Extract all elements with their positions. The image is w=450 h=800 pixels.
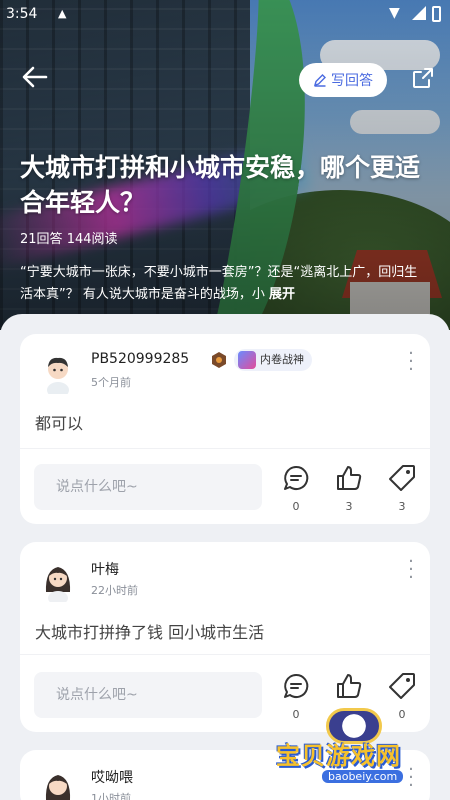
comment-input[interactable]: 说点什么吧~ bbox=[34, 672, 262, 718]
username[interactable]: 叶梅 bbox=[91, 559, 119, 579]
expand-link[interactable]: 展开 bbox=[269, 287, 295, 302]
tag-count: 3 bbox=[398, 500, 406, 513]
divider bbox=[20, 448, 430, 449]
signal-icon bbox=[412, 6, 426, 20]
watermark-url: baobeiy.com bbox=[322, 770, 404, 783]
title-badge-icon bbox=[238, 351, 256, 369]
avatar[interactable] bbox=[36, 558, 80, 602]
like-count: 3 bbox=[345, 500, 353, 513]
write-answer-button[interactable]: 写回答 bbox=[299, 63, 387, 97]
tag-icon bbox=[389, 673, 415, 699]
answer-time: 22小时前 bbox=[91, 584, 138, 597]
comment-count: 0 bbox=[292, 500, 300, 513]
description-text: “宁要大城市一张床，不要小城市一套房”？还是“逃离北上广，回归生活本真”？ 有人… bbox=[20, 265, 418, 302]
answers-count: 21回答 bbox=[20, 232, 63, 247]
question-title: 大城市打拼和小城市安稳，哪个更适合年轻人？ bbox=[20, 153, 421, 217]
more-options-icon[interactable]: · · · bbox=[406, 553, 416, 587]
comment-button[interactable]: 0 bbox=[279, 464, 313, 513]
avatar[interactable] bbox=[36, 350, 80, 394]
comment-icon bbox=[284, 465, 309, 490]
comment-icon bbox=[284, 673, 309, 698]
divider bbox=[20, 654, 430, 655]
avatar[interactable] bbox=[36, 766, 80, 800]
tag-button[interactable]: 3 bbox=[385, 464, 419, 513]
views-count: 144阅读 bbox=[66, 232, 118, 247]
answer-content: 大城市打拼挣了钱 回小城市生活 bbox=[35, 623, 265, 642]
thumbs-up-icon bbox=[337, 674, 362, 698]
watermark: 宝贝游戏网 baobeiy.com bbox=[276, 708, 446, 798]
level-badge-icon bbox=[212, 352, 226, 368]
status-time: 3:54 bbox=[6, 6, 38, 22]
watermark-text: 宝贝游戏网 bbox=[276, 742, 401, 770]
title-badge-label: 内卷战神 bbox=[260, 353, 304, 366]
thumbs-up-icon bbox=[337, 466, 362, 490]
question-description[interactable]: “宁要大城市一张床，不要小城市一套房”？还是“逃离北上广，回归生活本真”？ 有人… bbox=[20, 262, 430, 308]
answer-time: 5个月前 bbox=[91, 376, 131, 389]
like-button[interactable]: 3 bbox=[332, 464, 366, 513]
wifi-icon: ▼ bbox=[389, 5, 400, 21]
pencil-icon bbox=[313, 74, 326, 87]
answer-card[interactable]: 叶梅 22小时前 · · · 大城市打拼挣了钱 回小城市生活 说点什么吧~ 0 0 … bbox=[20, 542, 430, 732]
share-icon[interactable] bbox=[411, 66, 435, 90]
username[interactable]: 哎呦喂 bbox=[91, 767, 133, 787]
battery-icon bbox=[432, 6, 441, 22]
user-title-badge: 内卷战神 bbox=[234, 349, 312, 371]
tag-icon bbox=[389, 465, 415, 491]
answer-card[interactable]: PB520999285 内卷战神 5个月前 · · · 都可以 说点什么吧~ 0 3… bbox=[20, 334, 430, 524]
more-options-icon[interactable]: · · · bbox=[406, 345, 416, 379]
back-arrow-icon[interactable] bbox=[20, 62, 56, 98]
status-bar: 3:54 ▲ ▼ bbox=[0, 0, 450, 30]
username[interactable]: PB520999285 bbox=[91, 351, 189, 367]
write-answer-label: 写回答 bbox=[331, 73, 373, 89]
notification-icon: ▲ bbox=[58, 7, 67, 20]
answer-content: 都可以 bbox=[35, 414, 84, 433]
comment-input[interactable]: 说点什么吧~ bbox=[34, 464, 262, 510]
answer-time: 1小时前 bbox=[91, 792, 131, 800]
question-stats: 21回答 144阅读 bbox=[20, 228, 118, 247]
